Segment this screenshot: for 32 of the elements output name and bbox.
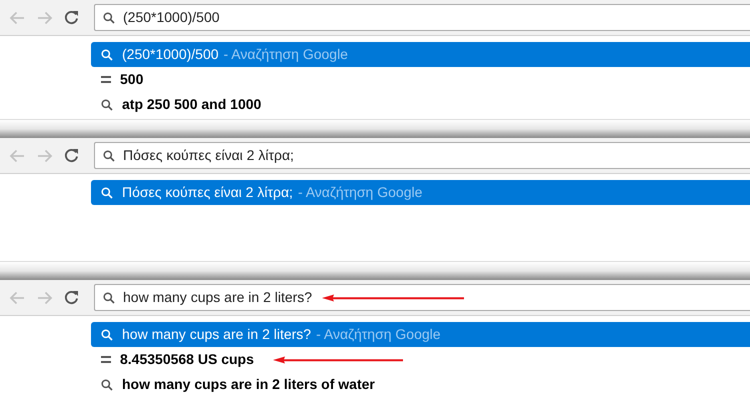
suggestion-item[interactable]: 500 (91, 67, 750, 92)
reload-icon[interactable] (64, 10, 79, 25)
forward-icon[interactable] (37, 10, 53, 24)
back-icon[interactable] (9, 290, 25, 304)
suggestion-item[interactable]: Πόσες κούπες είναι 2 λίτρα; - Αναζήτηση Google (91, 180, 750, 205)
back-icon[interactable] (9, 10, 25, 24)
back-icon[interactable] (9, 148, 25, 162)
search-icon (101, 186, 113, 198)
search-icon (101, 48, 113, 60)
reload-icon[interactable] (64, 290, 79, 305)
search-icon (101, 98, 113, 110)
forward-icon[interactable] (37, 290, 53, 304)
address-field[interactable]: how many cups are in 2 liters? (94, 284, 750, 311)
search-icon (103, 12, 115, 24)
address-text: Πόσες κούπες είναι 2 λίτρα; (123, 146, 294, 165)
address-text: (250*1000)/500 (123, 8, 220, 27)
search-icon (101, 378, 113, 390)
suggestion-item[interactable]: how many cups are in 2 liters of water (91, 372, 750, 397)
address-text: how many cups are in 2 liters? (123, 288, 312, 307)
address-field[interactable]: Πόσες κούπες είναι 2 λίτρα; (94, 142, 750, 169)
equals-icon (101, 76, 111, 83)
forward-icon[interactable] (37, 148, 53, 162)
suggestion-item[interactable]: (250*1000)/500 - Αναζήτηση Google (91, 42, 750, 67)
suggestion-item[interactable]: atp 250 500 and 1000 (91, 92, 750, 117)
reload-icon[interactable] (64, 148, 79, 163)
search-icon (103, 150, 115, 162)
suggestion-item[interactable]: how many cups are in 2 liters? - Αναζήτηση Google (91, 322, 750, 347)
search-icon (103, 292, 115, 304)
suggestion-item[interactable]: 8.45350568 US cups (91, 347, 750, 372)
equals-icon (101, 356, 111, 363)
search-icon (101, 328, 113, 340)
address-field[interactable]: (250*1000)/500 (94, 4, 750, 31)
